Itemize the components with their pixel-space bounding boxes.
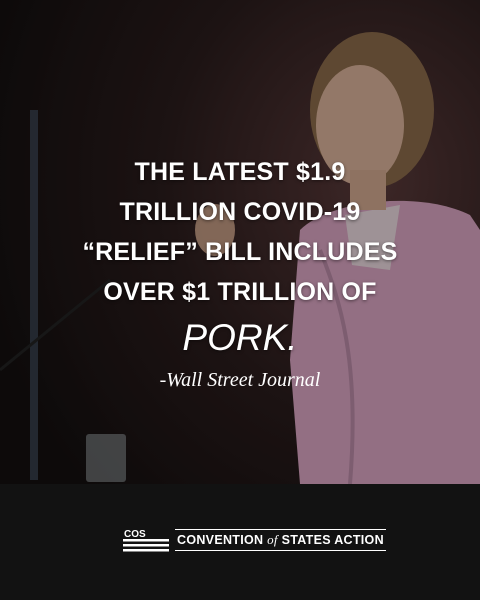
quote-line-1: THE LATEST $1.9: [134, 158, 346, 186]
flag-stripes-icon: COS: [123, 529, 169, 552]
logo-name-before: CONVENTION: [177, 533, 264, 547]
logo-mark-text: COS: [124, 529, 146, 540]
quote-emphasis: PORK.: [182, 317, 298, 358]
quote-line-2: TRILLION COVID-19: [119, 198, 361, 226]
quote-attribution: -Wall Street Journal: [159, 369, 321, 391]
quote-line-4: OVER $1 TRILLION OF: [103, 278, 377, 306]
cos-logo: COS CONVENTION of STATES ACTION: [123, 527, 386, 553]
logo-name-of: of: [267, 532, 278, 547]
logo-name-after: STATES ACTION: [281, 533, 384, 547]
logo-wordmark: CONVENTION of STATES ACTION: [175, 529, 386, 551]
graphic-canvas: THE LATEST $1.9 TRILLION COVID-19 “RELIE…: [0, 0, 480, 600]
quote-line-3: “RELIEF” BILL INCLUDES: [82, 238, 398, 266]
quote-block: THE LATEST $1.9 TRILLION COVID-19 “RELIE…: [0, 152, 480, 394]
